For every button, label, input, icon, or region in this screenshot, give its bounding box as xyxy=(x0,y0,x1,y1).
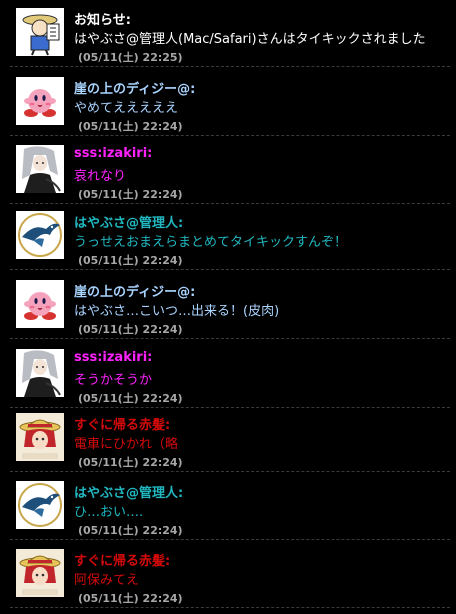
timestamp: (05/11(土) 22:24) xyxy=(78,456,183,469)
chat-message: 崖の上のディジー@: やめてえええええ (05/11(土) 22:24) xyxy=(10,72,450,136)
chat-message: 崖の上のディジー@: はやぶさ…こいつ…出来る！(皮肉) (05/11(土) 2… xyxy=(10,275,450,339)
chat-message: お知らせ: はやぶさ@管理人(Mac/Safari)さんはタイキックされました … xyxy=(10,3,450,67)
message-text: やめてえええええ xyxy=(74,101,179,116)
sender-name: お知らせ: xyxy=(74,13,131,28)
chat-message: すぐに帰る赤髪: 電車にひかれ（略 (05/11(土) 22:24) xyxy=(10,408,450,472)
message-text: そうかそうか xyxy=(74,373,153,388)
chat-log: お知らせ: はやぶさ@管理人(Mac/Safari)さんはタイキックされました … xyxy=(0,0,456,614)
chat-message: sss:izakiri: 哀れなり (05/11(土) 22:24) xyxy=(10,140,450,204)
timestamp: (05/11(土) 22:24) xyxy=(78,524,183,537)
timestamp: (05/11(土) 22:24) xyxy=(78,120,183,133)
chat-message: sss:izakiri: そうかそうか (05/11(土) 22:24) xyxy=(10,344,450,408)
sender-name: 崖の上のディジー@: xyxy=(74,82,196,97)
falcon-logo-avatar xyxy=(16,481,64,529)
notice-icon xyxy=(16,8,64,56)
falcon-logo-avatar xyxy=(16,211,64,259)
pink-puffball-avatar xyxy=(16,77,64,125)
straw-hat-character-avatar xyxy=(16,549,64,597)
timestamp: (05/11(土) 22:25) xyxy=(78,51,183,64)
chat-message: すぐに帰る赤髪: 阿保みてえ (05/11(土) 22:24) xyxy=(10,544,450,608)
straw-hat-character-avatar xyxy=(16,413,64,461)
message-text: はやぶさ@管理人(Mac/Safari)さんはタイキックされました xyxy=(74,32,426,47)
pink-puffball-avatar xyxy=(16,280,64,328)
sender-name: すぐに帰る赤髪: xyxy=(74,554,171,569)
chat-message: はやぶさ@管理人: ひ…おい…. (05/11(土) 22:24) xyxy=(10,476,450,540)
message-text: 阿保みてえ xyxy=(74,573,140,588)
timestamp: (05/11(土) 22:24) xyxy=(78,188,183,201)
sender-name: はやぶさ@管理人: xyxy=(74,216,184,231)
sender-name: はやぶさ@管理人: xyxy=(74,486,184,501)
message-text: 哀れなり xyxy=(74,169,127,184)
sender-name: すぐに帰る赤髪: xyxy=(74,418,171,433)
timestamp: (05/11(土) 22:24) xyxy=(78,592,183,605)
message-text: ひ…おい…. xyxy=(74,505,144,520)
sender-name: 崖の上のディジー@: xyxy=(74,285,196,300)
silver-hair-character-avatar xyxy=(16,349,64,397)
sender-name: sss:izakiri: xyxy=(74,350,153,365)
timestamp: (05/11(土) 22:24) xyxy=(78,323,183,336)
message-text: 電車にひかれ（略 xyxy=(74,437,179,452)
timestamp: (05/11(土) 22:24) xyxy=(78,254,183,267)
sender-name: sss:izakiri: xyxy=(74,146,153,161)
message-text: はやぶさ…こいつ…出来る！(皮肉) xyxy=(74,304,280,319)
message-text: うっせえおまえらまとめてタイキックすんぞ！ xyxy=(74,235,348,250)
timestamp: (05/11(土) 22:24) xyxy=(78,392,183,405)
silver-hair-character-avatar xyxy=(16,145,64,193)
chat-message: はやぶさ@管理人: うっせえおまえらまとめてタイキックすんぞ！ (05/11(土… xyxy=(10,206,450,270)
